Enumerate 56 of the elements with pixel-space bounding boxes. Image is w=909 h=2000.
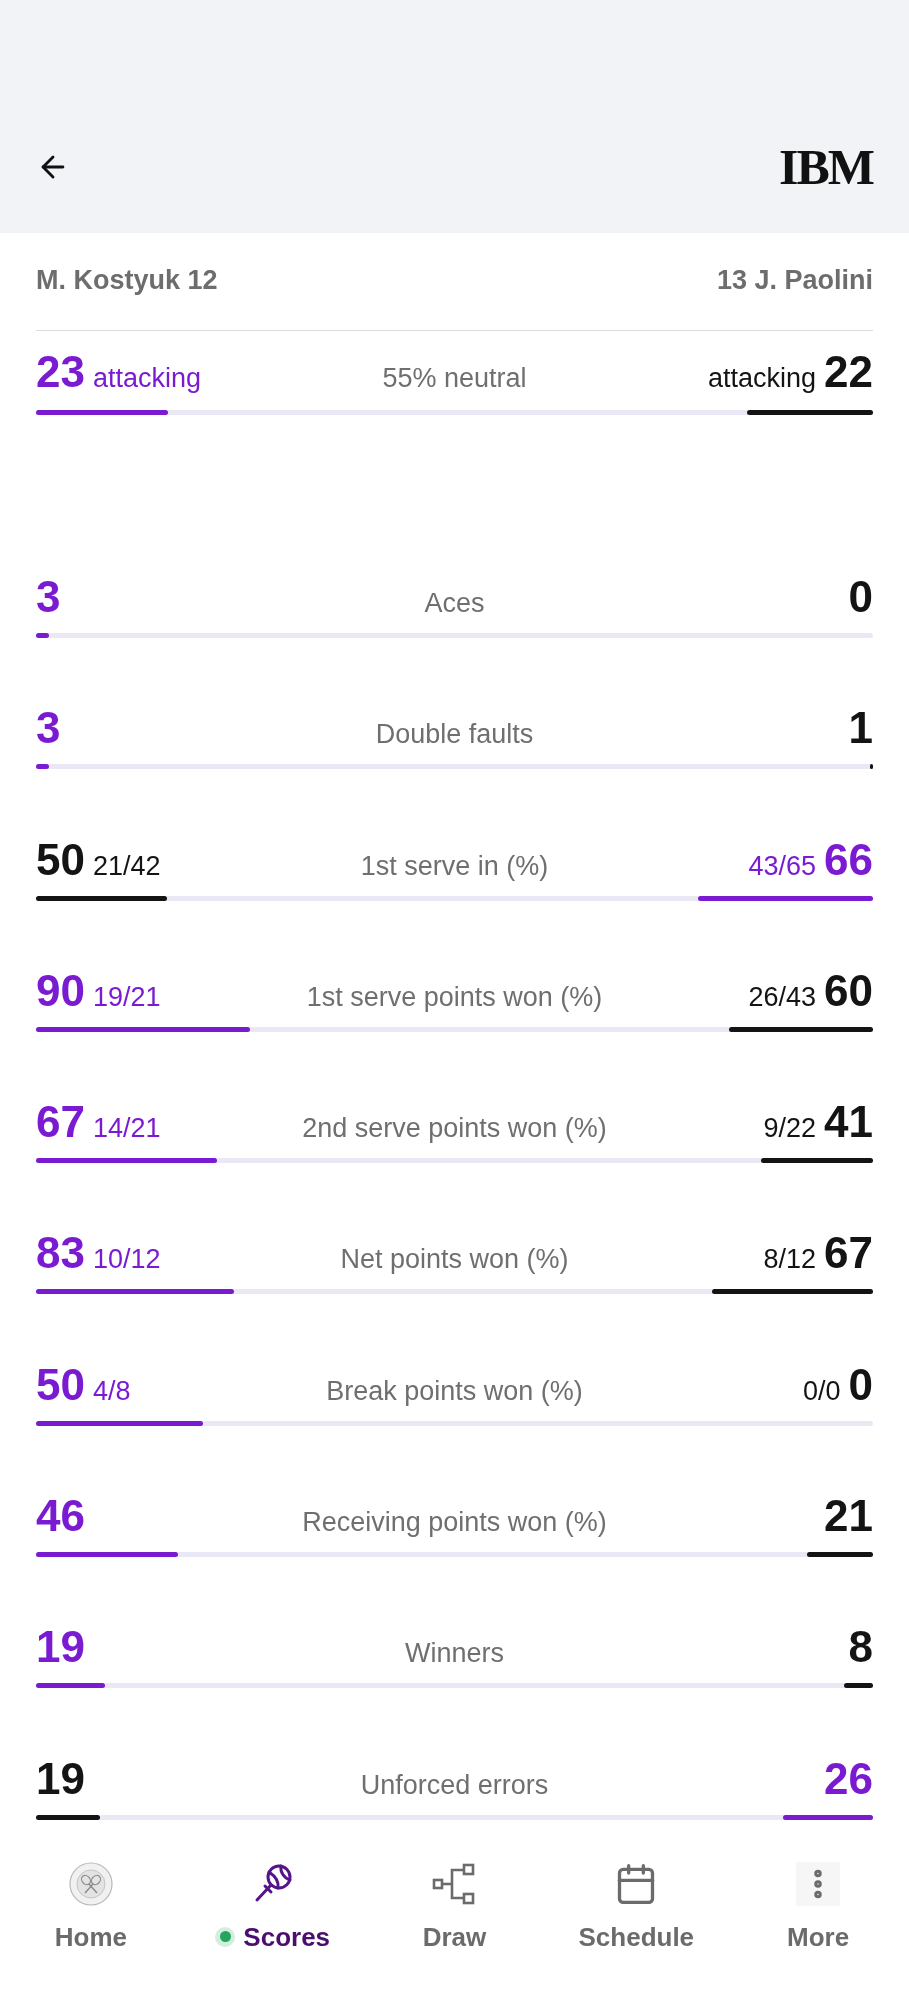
stat-label: Double faults (374, 719, 535, 750)
stat-label: 1st serve points won (%) (305, 981, 604, 1012)
stat-value: 67 (36, 1100, 85, 1145)
stat-label: 1st serve in (%) (359, 850, 550, 881)
momentum-label: attacking (92, 363, 202, 393)
stat-value: 22 (824, 350, 873, 394)
brand-logo: IBM (779, 144, 873, 189)
stat-value: 46 (36, 1494, 85, 1539)
stat-value: 1 (848, 706, 873, 751)
stat-value: 19 (36, 1756, 85, 1801)
stat-value: 0 (848, 1362, 873, 1407)
nav-tab[interactable]: Scores (181, 1861, 364, 1952)
stat-fraction: 43/65 (748, 850, 817, 881)
stat-value: 3 (36, 575, 61, 619)
stat-value: 8 (848, 1625, 873, 1670)
stat-label: Net points won (%) (339, 1244, 570, 1275)
stat-fraction: 14/21 (92, 1113, 161, 1144)
stat-value: 41 (824, 1100, 873, 1145)
player-name: 13 J. Paolini (716, 264, 873, 297)
momentum-label: attacking (707, 363, 817, 393)
nav-tab[interactable]: Draw (363, 1861, 546, 1952)
stat-value: 67 (824, 1231, 873, 1276)
stat-value: 83 (36, 1231, 85, 1276)
stat-value: 50 (36, 1362, 85, 1407)
bracket-icon (432, 1861, 477, 1906)
stat-value: 50 (36, 837, 85, 882)
neutral-label: 55% neutral (382, 363, 527, 393)
nav-tab[interactable]: Home (0, 1861, 182, 1952)
crest-icon (68, 1861, 113, 1906)
stat-label: Unforced errors (359, 1769, 550, 1800)
nav-tab[interactable]: Schedule (545, 1861, 728, 1952)
stat-fraction: 9/22 (763, 1113, 817, 1144)
stat-label: Aces (423, 588, 486, 618)
stat-fraction: 0/0 (802, 1375, 841, 1406)
stat-value: 3 (36, 706, 61, 751)
stat-label: 2nd serve points won (%) (301, 1113, 608, 1144)
stat-value: 21 (824, 1494, 873, 1539)
stat-value: 23 (36, 350, 85, 394)
nav-tab[interactable]: More (727, 1861, 909, 1952)
stat-fraction: 4/8 (92, 1375, 131, 1406)
stat-fraction: 8/12 (763, 1244, 817, 1275)
stat-value: 26 (824, 1756, 873, 1801)
stat-value: 66 (824, 837, 873, 882)
stat-value: 60 (824, 968, 873, 1013)
stat-value: 90 (36, 968, 85, 1013)
stat-label: Break points won (%) (325, 1375, 584, 1406)
stat-value: 19 (36, 1625, 85, 1670)
stat-label: Winners (404, 1638, 505, 1669)
stat-value: 0 (848, 575, 873, 619)
stat-fraction: 19/21 (92, 981, 161, 1012)
stat-fraction: 21/42 (92, 850, 161, 881)
stat-fraction: 10/12 (92, 1244, 161, 1275)
more-icon (796, 1861, 841, 1906)
stat-label: Receiving points won (%) (301, 1507, 608, 1538)
player-name: M. Kostyuk 12 (36, 264, 218, 297)
stat-fraction: 26/43 (748, 981, 817, 1012)
